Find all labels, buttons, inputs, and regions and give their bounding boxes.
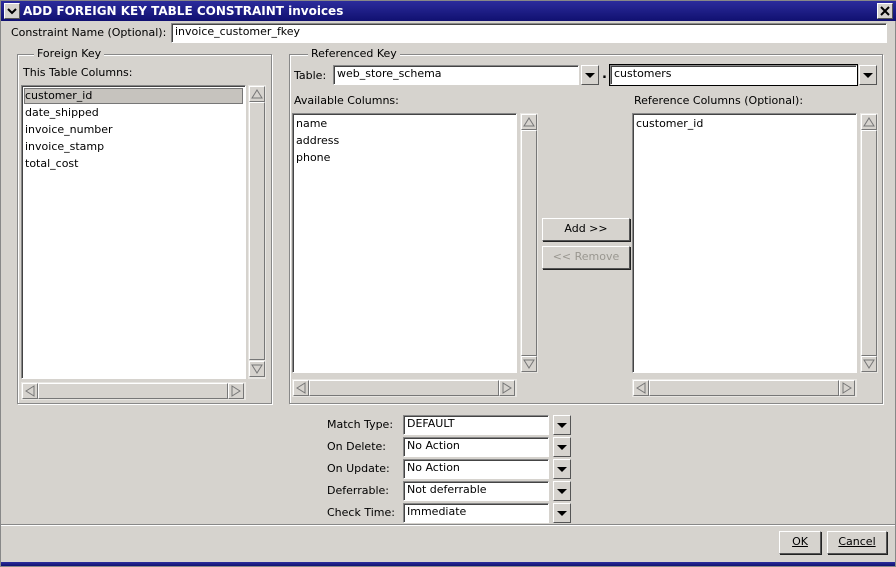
list-item[interactable]: invoice_number bbox=[24, 122, 113, 138]
scroll-thumb[interactable] bbox=[38, 383, 228, 399]
list-item[interactable]: date_shipped bbox=[24, 105, 99, 121]
arrow-left-icon bbox=[296, 382, 306, 394]
title-bar[interactable]: ADD FOREIGN KEY TABLE CONSTRAINT invoice… bbox=[1, 1, 896, 21]
vertical-scrollbar[interactable] bbox=[248, 85, 266, 379]
arrow-right-icon bbox=[842, 382, 852, 394]
chevron-down-icon bbox=[557, 489, 567, 494]
horizontal-scrollbar[interactable] bbox=[21, 382, 246, 400]
window-resize-edge[interactable] bbox=[1, 562, 895, 566]
table-label: Table: bbox=[294, 69, 327, 82]
scroll-down-button[interactable] bbox=[861, 356, 877, 372]
list-item[interactable]: total_cost bbox=[24, 156, 78, 172]
ok-button-label: OK bbox=[792, 535, 808, 548]
check-time-label: Check Time: bbox=[327, 506, 395, 519]
button-bar-separator bbox=[1, 524, 895, 526]
deferrable-label: Deferrable: bbox=[327, 484, 389, 497]
list-item[interactable]: name bbox=[295, 116, 327, 132]
chevron-down-icon bbox=[585, 73, 595, 78]
check-time-dropdown-button[interactable] bbox=[553, 503, 571, 523]
scroll-thumb[interactable] bbox=[249, 102, 265, 360]
window-menu-button[interactable] bbox=[4, 3, 20, 19]
referenced-key-group-title: Referenced Key bbox=[308, 47, 400, 60]
vertical-scrollbar[interactable] bbox=[860, 113, 878, 373]
scroll-left-button[interactable] bbox=[22, 383, 38, 399]
schema-table-separator: . bbox=[602, 67, 607, 82]
arrow-up-icon bbox=[863, 117, 875, 127]
arrow-up-icon bbox=[251, 89, 263, 99]
chevron-down-icon bbox=[557, 423, 567, 428]
match-type-dropdown-button[interactable] bbox=[553, 415, 571, 435]
on-delete-dropdown-button[interactable] bbox=[553, 437, 571, 457]
constraint-name-input[interactable]: invoice_customer_fkey bbox=[171, 23, 887, 43]
arrow-right-icon bbox=[231, 385, 241, 397]
list-item[interactable]: phone bbox=[295, 150, 330, 166]
schema-select[interactable]: web_store_schema bbox=[333, 65, 579, 85]
close-button[interactable] bbox=[877, 3, 893, 19]
scroll-thumb[interactable] bbox=[649, 380, 839, 396]
on-delete-label: On Delete: bbox=[327, 440, 386, 453]
available-columns-list[interactable]: name address phone bbox=[292, 113, 517, 373]
cancel-button[interactable]: Cancel bbox=[827, 531, 887, 554]
list-item[interactable]: customer_id bbox=[635, 116, 703, 132]
arrow-down-icon bbox=[863, 359, 875, 369]
scroll-thumb[interactable] bbox=[309, 380, 499, 396]
table-select[interactable]: customers bbox=[610, 65, 857, 85]
scroll-up-button[interactable] bbox=[861, 114, 877, 130]
remove-column-button[interactable]: << Remove bbox=[542, 246, 630, 269]
cancel-button-label: Cancel bbox=[838, 535, 876, 548]
reference-columns-list[interactable]: customer_id bbox=[632, 113, 857, 373]
on-delete-select[interactable]: No Action bbox=[403, 437, 549, 457]
scroll-right-button[interactable] bbox=[499, 380, 515, 396]
this-table-columns-label: This Table Columns: bbox=[23, 66, 133, 79]
deferrable-select[interactable]: Not deferrable bbox=[403, 481, 549, 501]
arrow-down-icon bbox=[251, 364, 263, 374]
check-time-select[interactable]: Immediate bbox=[403, 503, 549, 523]
list-item[interactable]: address bbox=[295, 133, 339, 149]
dialog-window: ADD FOREIGN KEY TABLE CONSTRAINT invoice… bbox=[0, 0, 896, 567]
scroll-up-button[interactable] bbox=[521, 114, 537, 130]
scroll-right-button[interactable] bbox=[228, 383, 244, 399]
on-update-select[interactable]: No Action bbox=[403, 459, 549, 479]
scroll-down-button[interactable] bbox=[249, 361, 265, 377]
schema-dropdown-button[interactable] bbox=[581, 65, 599, 85]
arrow-left-icon bbox=[636, 382, 646, 394]
on-update-label: On Update: bbox=[327, 462, 390, 475]
reference-columns-label: Reference Columns (Optional): bbox=[634, 94, 804, 107]
match-type-label: Match Type: bbox=[327, 418, 394, 431]
list-item[interactable]: customer_id bbox=[24, 88, 243, 104]
table-dropdown-button[interactable] bbox=[859, 65, 877, 85]
match-type-select[interactable]: DEFAULT bbox=[403, 415, 549, 435]
scroll-left-button[interactable] bbox=[293, 380, 309, 396]
constraint-name-label: Constraint Name (Optional): bbox=[11, 26, 167, 39]
horizontal-scrollbar[interactable] bbox=[292, 379, 517, 397]
arrow-left-icon bbox=[25, 385, 35, 397]
scroll-thumb[interactable] bbox=[521, 130, 537, 356]
arrow-down-icon bbox=[523, 359, 535, 369]
on-update-dropdown-button[interactable] bbox=[553, 459, 571, 479]
ok-button[interactable]: OK bbox=[779, 531, 821, 554]
deferrable-dropdown-button[interactable] bbox=[553, 481, 571, 501]
vertical-scrollbar[interactable] bbox=[520, 113, 538, 373]
foreign-key-group-title: Foreign Key bbox=[34, 47, 105, 60]
this-table-columns-list[interactable]: customer_id date_shipped invoice_number … bbox=[21, 85, 246, 379]
close-icon bbox=[880, 6, 890, 16]
scroll-thumb[interactable] bbox=[861, 130, 877, 356]
window-title: ADD FOREIGN KEY TABLE CONSTRAINT invoice… bbox=[23, 4, 344, 18]
chevron-down-icon bbox=[7, 8, 17, 15]
arrow-up-icon bbox=[523, 117, 535, 127]
scroll-down-button[interactable] bbox=[521, 356, 537, 372]
horizontal-scrollbar[interactable] bbox=[632, 379, 857, 397]
chevron-down-icon bbox=[557, 445, 567, 450]
list-item[interactable]: invoice_stamp bbox=[24, 139, 104, 155]
add-column-button[interactable]: Add >> bbox=[542, 218, 630, 241]
chevron-down-icon bbox=[557, 467, 567, 472]
chevron-down-icon bbox=[863, 73, 873, 78]
scroll-right-button[interactable] bbox=[839, 380, 855, 396]
scroll-left-button[interactable] bbox=[633, 380, 649, 396]
available-columns-label: Available Columns: bbox=[294, 94, 399, 107]
chevron-down-icon bbox=[557, 511, 567, 516]
scroll-up-button[interactable] bbox=[249, 86, 265, 102]
arrow-right-icon bbox=[502, 382, 512, 394]
